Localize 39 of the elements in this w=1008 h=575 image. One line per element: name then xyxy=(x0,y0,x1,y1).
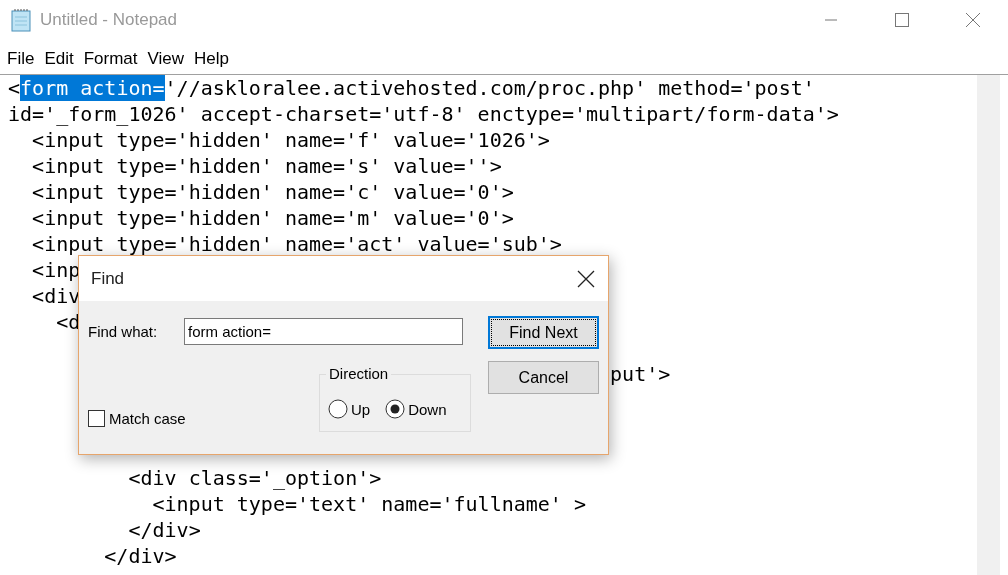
code-text: <div xyxy=(32,283,81,309)
code-text: '//askloralee.activehosted.com/proc.php' method='post' xyxy=(164,75,815,101)
code-text: <div class='_option'> xyxy=(128,465,382,491)
code-text: < xyxy=(8,75,21,101)
code-text: <inp xyxy=(32,257,81,283)
menu-item[interactable]: File xyxy=(2,45,40,69)
dialog-button[interactable]: Find Next xyxy=(488,316,599,349)
radio-button[interactable] xyxy=(328,399,348,419)
code-text: <input type='hidden' name='f' value='1026'> xyxy=(32,127,550,153)
radio-label[interactable]: Up xyxy=(351,400,371,418)
field-label: Find what: xyxy=(88,322,159,340)
code-text: id='_form_1026' accept-charset='utf-8' enctype='multipart/form-data'> xyxy=(8,101,839,127)
find-what-field[interactable]: form action= xyxy=(184,317,463,345)
code-text: </div> xyxy=(128,517,201,543)
code-text: <d xyxy=(56,309,81,335)
window-title: Untitled - Notepad xyxy=(40,10,179,30)
menu-item[interactable]: Help xyxy=(189,45,235,69)
code-text: <input type='hidden' name='m' value='0'> xyxy=(32,205,514,231)
selected-text: form action= xyxy=(20,75,165,101)
menu-item[interactable]: Edit xyxy=(39,45,79,69)
menu-item[interactable]: Format xyxy=(78,45,143,69)
close-icon[interactable] xyxy=(576,268,596,289)
notepad-icon xyxy=(10,8,32,32)
group-label: Direction xyxy=(326,365,392,382)
code-text: <input type='hidden' name='s' value=''> xyxy=(32,153,502,179)
radio-button[interactable] xyxy=(385,399,406,419)
code-text: <input type='hidden' name='c' value='0'> xyxy=(32,179,514,205)
maximize-icon[interactable] xyxy=(893,12,910,28)
code-text: </div> xyxy=(104,543,177,569)
checkbox-label[interactable]: Match case xyxy=(109,410,186,427)
menu-item[interactable]: View xyxy=(142,45,190,69)
dialog-button[interactable]: Cancel xyxy=(488,361,599,394)
scrollbar[interactable] xyxy=(977,75,1000,575)
dialog-title: Find xyxy=(91,268,126,289)
code-text: <input type='text' name='fullname' > xyxy=(152,491,586,517)
code-text: put'> xyxy=(610,361,671,387)
code-text: <input type='hidden' name='act' value='sub'> xyxy=(32,231,562,257)
radio-label[interactable]: Down xyxy=(408,400,447,418)
checkbox[interactable] xyxy=(88,410,105,427)
